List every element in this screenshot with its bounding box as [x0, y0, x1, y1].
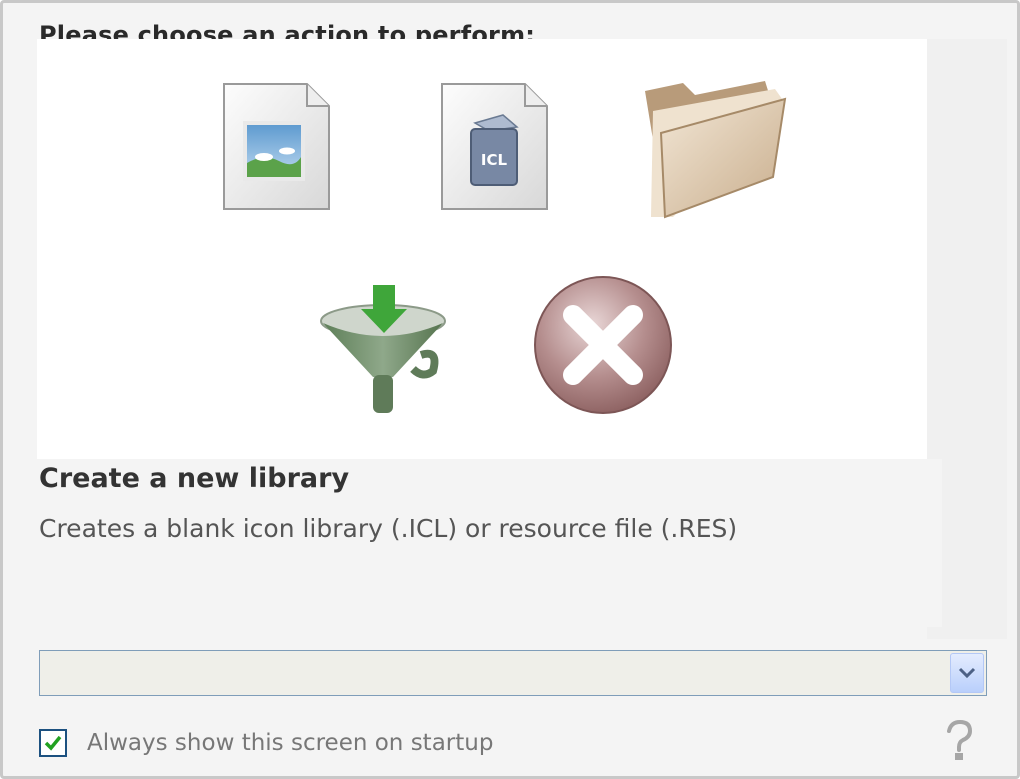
welcome-dialog: Please choose an action to perform: ICL …	[0, 0, 1020, 779]
description-title: Create a new library	[39, 463, 350, 494]
checkmark-icon	[44, 735, 62, 751]
dropdown-toggle-button[interactable]	[950, 653, 984, 693]
close-button[interactable]	[529, 273, 677, 421]
chevron-down-icon	[958, 667, 976, 679]
funnel-download-icon	[320, 285, 446, 413]
extract-button[interactable]	[317, 279, 457, 421]
startup-option: Always show this screen on startup	[39, 729, 493, 757]
recent-files-dropdown[interactable]	[39, 650, 987, 696]
startup-checkbox-label: Always show this screen on startup	[87, 730, 494, 756]
image-document-icon	[223, 83, 330, 210]
action-description: Create a new library Creates a blank ico…	[37, 459, 942, 627]
startup-checkbox[interactable]	[39, 729, 67, 757]
close-x-icon	[534, 276, 672, 414]
icl-document-icon: ICL	[441, 83, 548, 210]
help-question-icon	[947, 719, 973, 760]
open-file-button[interactable]	[635, 73, 791, 223]
description-text: Creates a blank icon library (.ICL) or r…	[39, 514, 738, 543]
svg-text:ICL: ICL	[481, 151, 508, 169]
folder-icon	[645, 81, 787, 219]
help-button[interactable]	[941, 719, 977, 763]
create-library-button[interactable]: ICL	[437, 81, 553, 217]
create-icon-button[interactable]	[219, 81, 335, 217]
